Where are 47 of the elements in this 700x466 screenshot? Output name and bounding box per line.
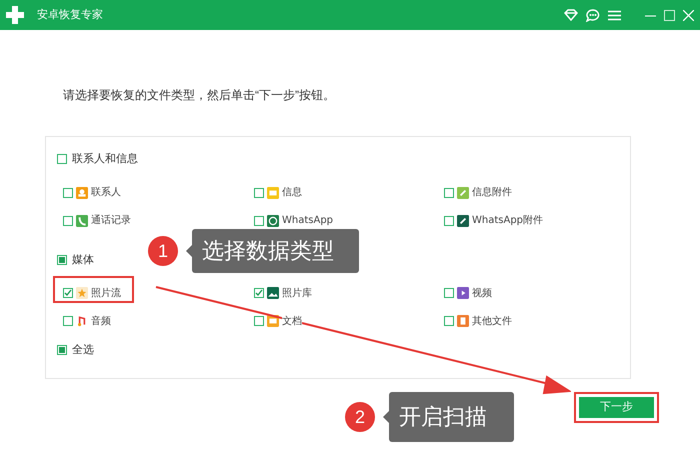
star-icon	[76, 287, 88, 299]
phone-icon	[76, 214, 88, 226]
chat-icon[interactable]	[586, 8, 600, 22]
checkbox[interactable]	[63, 216, 73, 226]
checkbox[interactable]	[444, 188, 454, 198]
menu-icon[interactable]	[608, 10, 621, 20]
play-icon	[457, 287, 469, 299]
message-icon	[267, 186, 279, 198]
document-icon	[457, 315, 469, 327]
file-type-label: WhatsApp	[282, 213, 334, 228]
window-title: 安卓恢复专家	[37, 8, 103, 23]
file-type-label: 照片流	[91, 286, 121, 300]
group-checkbox[interactable]	[57, 254, 67, 265]
step-number-badge: 1	[148, 236, 178, 266]
instruction-text: 请选择要恢复的文件类型，然后单击“下一步”按钮。	[63, 87, 336, 104]
checkbox[interactable]	[254, 188, 264, 198]
checkbox[interactable]	[63, 316, 73, 326]
group-label: 媒体	[72, 252, 94, 268]
file-type-label: WhatsApp附件	[472, 213, 544, 228]
plus-logo-icon	[6, 6, 24, 24]
file-type-label: 文档	[282, 314, 302, 328]
group-checkbox[interactable]	[57, 154, 67, 164]
next-button[interactable]: 下一步	[578, 396, 655, 419]
callout-label: 开启扫描	[383, 392, 514, 442]
checkbox[interactable]	[444, 288, 454, 298]
contact-icon	[76, 186, 88, 198]
image-icon	[267, 287, 279, 299]
checkbox[interactable]	[254, 216, 264, 226]
checkbox[interactable]	[63, 188, 73, 198]
callout-label: 选择数据类型	[186, 229, 359, 273]
checkbox[interactable]	[63, 288, 73, 298]
maximize-icon[interactable]	[664, 10, 675, 20]
checkbox[interactable]	[254, 288, 264, 298]
group-checkbox[interactable]	[57, 345, 67, 356]
music-note-icon	[76, 315, 88, 327]
select-all-label: 全选	[72, 343, 94, 358]
diamond-icon[interactable]	[564, 9, 578, 21]
group-label: 联系人和信息	[72, 152, 138, 167]
file-type-label: 音频	[91, 314, 111, 328]
file-type-label: 视频	[472, 286, 492, 300]
step-number-badge: 2	[345, 402, 375, 432]
file-type-label: 照片库	[282, 286, 312, 300]
checkbox[interactable]	[444, 216, 454, 226]
checkbox[interactable]	[254, 316, 264, 326]
close-icon[interactable]	[683, 10, 694, 20]
file-type-label: 其他文件	[472, 314, 512, 328]
checkbox[interactable]	[444, 316, 454, 326]
